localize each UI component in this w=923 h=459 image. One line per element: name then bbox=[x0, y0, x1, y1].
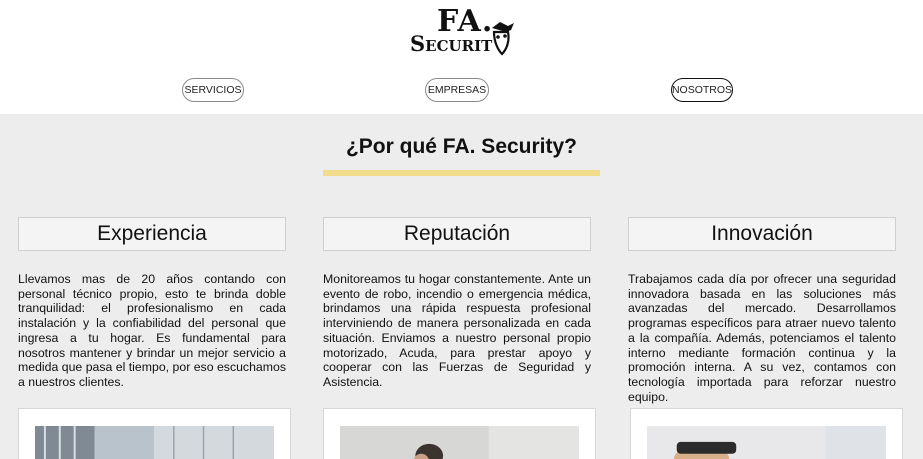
nav-empresas-button[interactable]: EMPRESAS bbox=[425, 78, 489, 102]
card-text-reputacion: Monitoreamos tu hogar constantemente. An… bbox=[323, 272, 591, 389]
card-title-reputacion: Reputación bbox=[323, 217, 591, 251]
card-image-frame-innovacion bbox=[630, 408, 903, 459]
card-title-innovacion: Innovación bbox=[628, 217, 896, 251]
person-photo bbox=[340, 426, 579, 459]
site-header: FA. Securit SERVICIOS EMPRESAS NOSOTROS bbox=[0, 0, 923, 114]
title-underline bbox=[323, 170, 600, 176]
nav-nosotros-button[interactable]: NOSOTROS bbox=[671, 78, 733, 102]
card-image-frame-experiencia bbox=[18, 408, 291, 459]
card-image-frame-reputacion bbox=[323, 408, 596, 459]
logo-text-security: Securit bbox=[410, 31, 493, 56]
card-text-innovacion: Trabajamos cada día por ofrecer una segu… bbox=[628, 272, 896, 404]
card-text-experiencia: Llevamos mas de 20 años contando con per… bbox=[18, 272, 286, 389]
shield-mascot-icon bbox=[492, 22, 514, 56]
vr-headset-photo bbox=[647, 426, 886, 459]
brand-logo[interactable]: FA. Securit bbox=[406, 4, 516, 60]
section-title: ¿Por qué FA. Security? bbox=[345, 135, 578, 158]
card-title-experiencia: Experiencia bbox=[18, 217, 286, 251]
nav-servicios-button[interactable]: SERVICIOS bbox=[182, 78, 244, 102]
building-photo bbox=[35, 426, 274, 459]
